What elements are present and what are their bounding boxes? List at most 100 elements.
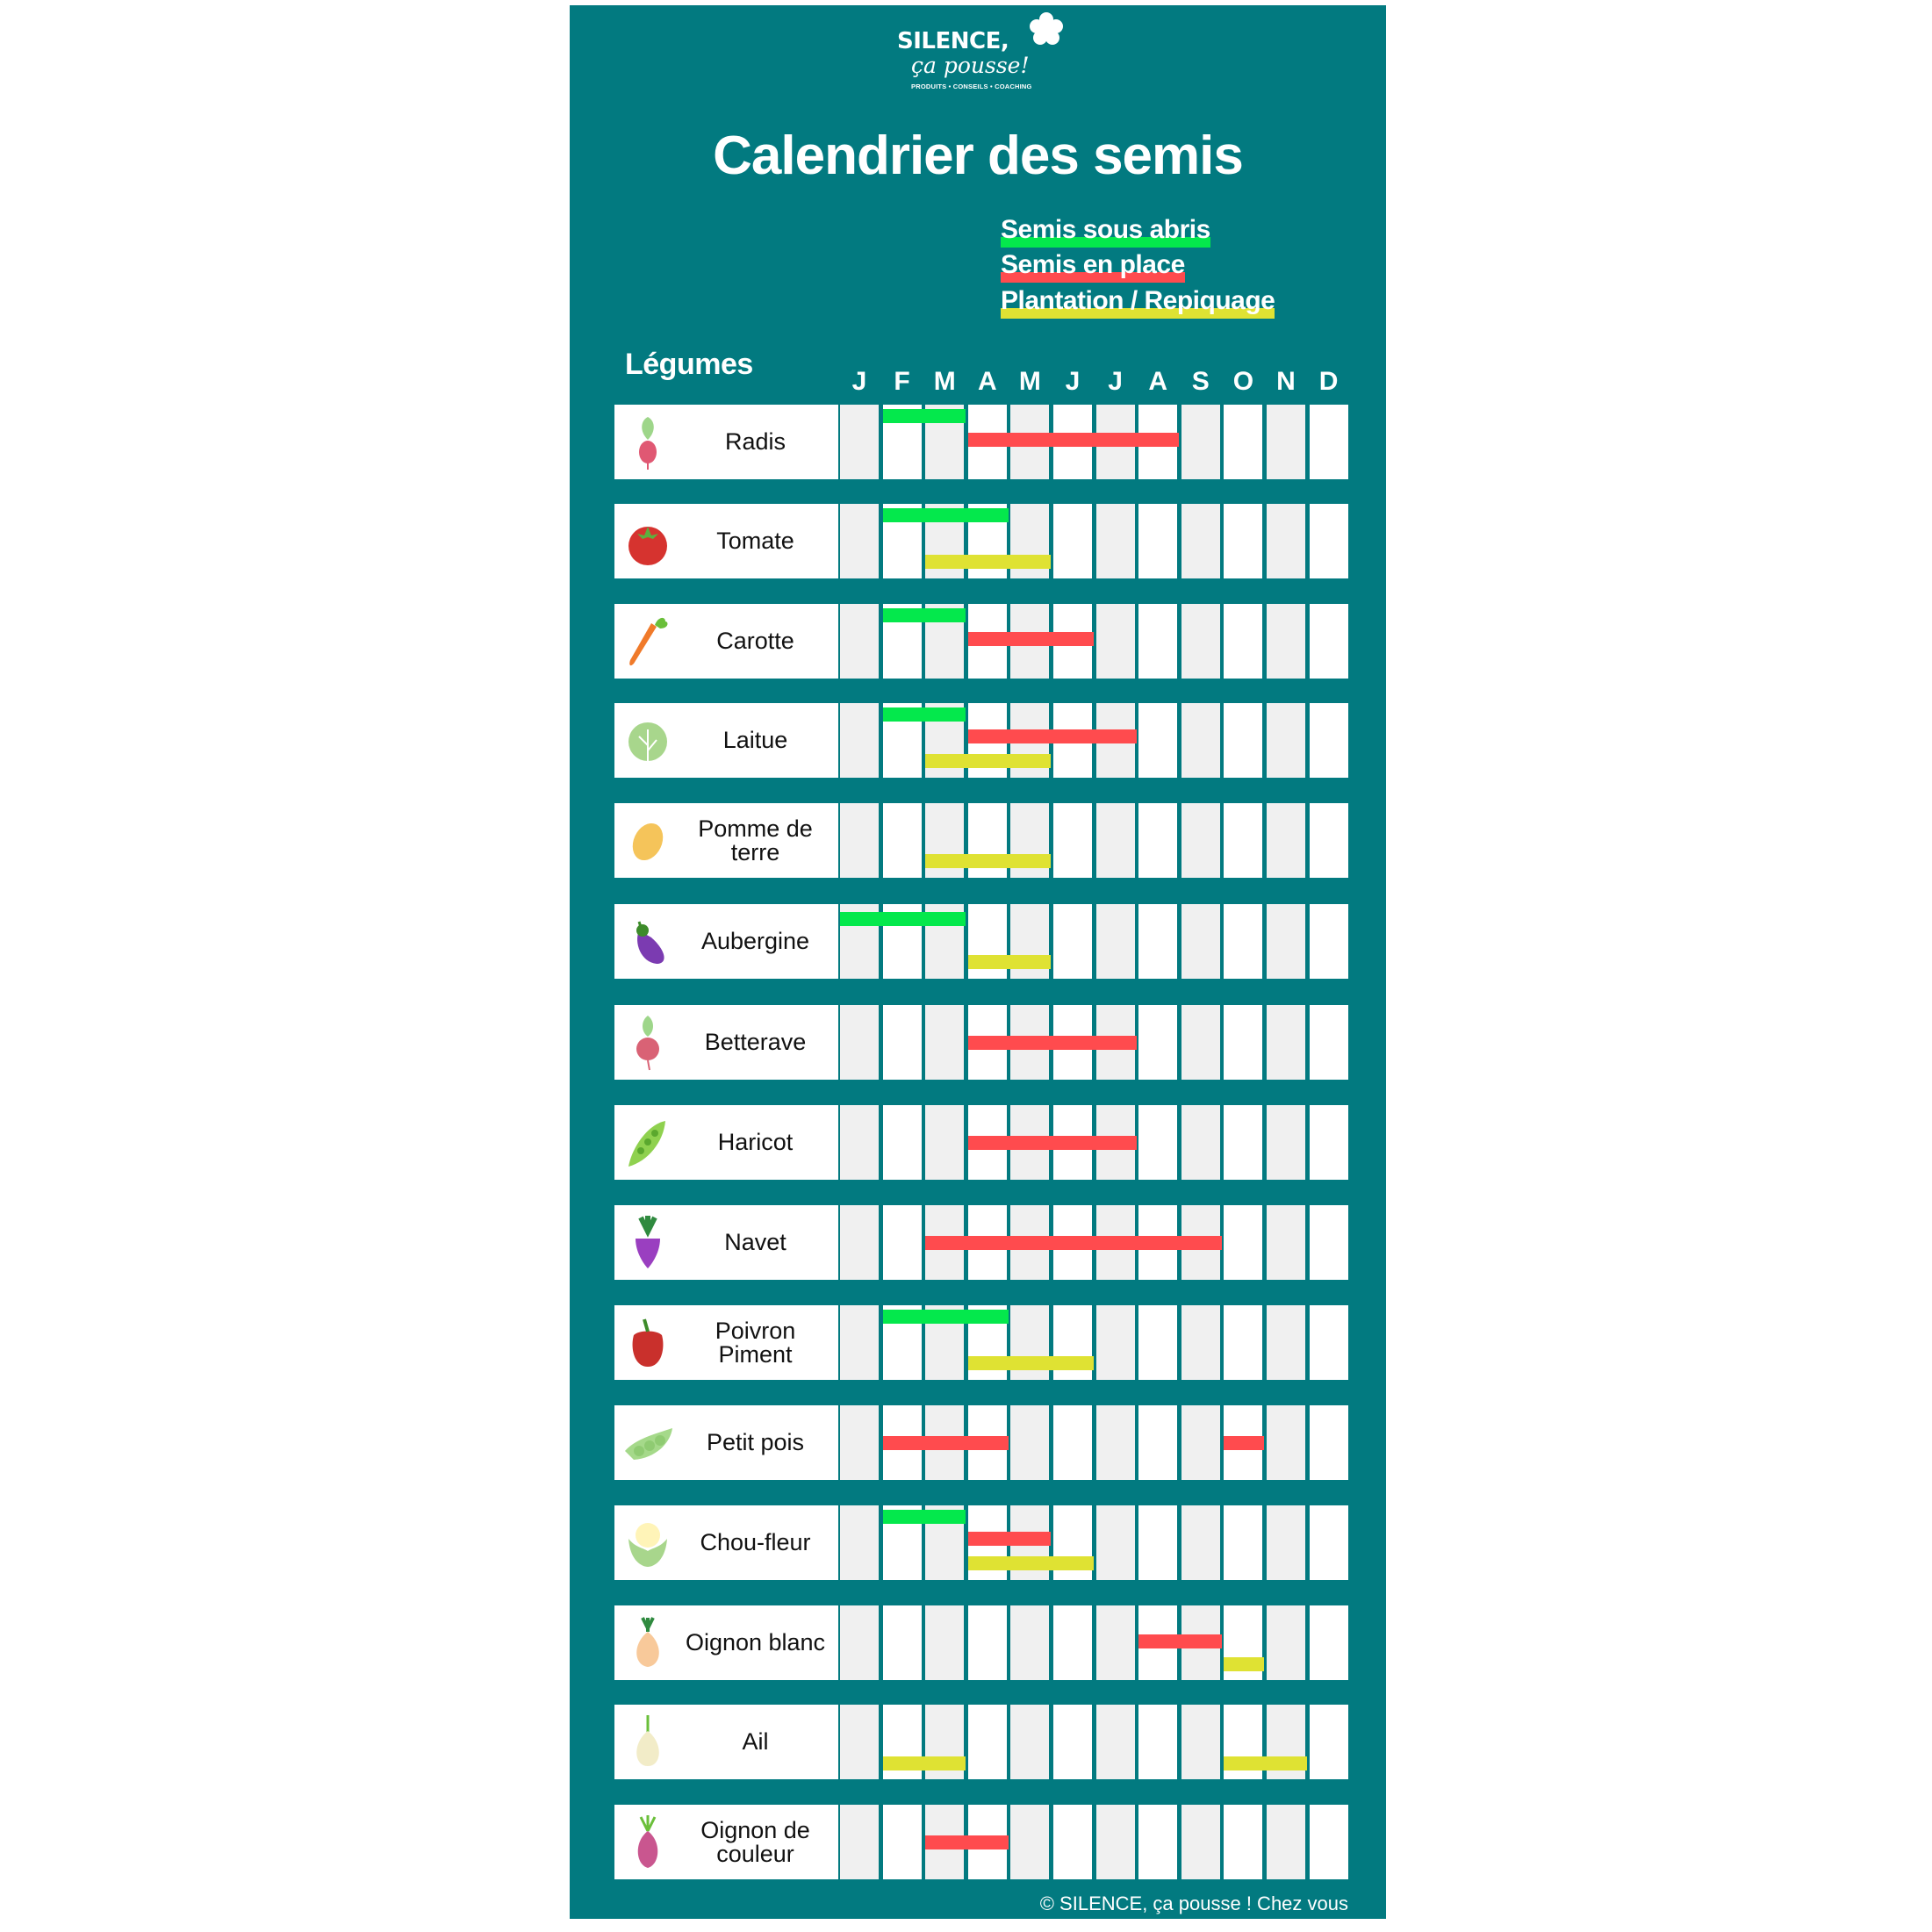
- radish-icon: [639, 417, 657, 470]
- month-cell: [1181, 1405, 1220, 1480]
- month-header-1: J: [851, 367, 867, 396]
- month-cell: [967, 1705, 1007, 1779]
- month-cell: [1095, 1705, 1135, 1779]
- month-cell: [1053, 1705, 1092, 1779]
- brand-logo: SILENCE, ça pousse! PRODUITS • CONSEILS …: [895, 12, 1080, 93]
- month-cell: [1138, 1505, 1178, 1580]
- month-cell: [1138, 904, 1178, 979]
- period-bar-semis-en-place: [1138, 1634, 1222, 1648]
- vegetable-name: Navet: [724, 1229, 786, 1255]
- beetroot-icon: [636, 1016, 659, 1071]
- vegetable-name-cell: Ail: [614, 1705, 838, 1779]
- month-cell: [1309, 1205, 1348, 1280]
- month-cell: [1309, 604, 1348, 679]
- month-cell: [1095, 803, 1135, 878]
- month-cell: [1309, 1605, 1348, 1680]
- month-cell: [1138, 1705, 1178, 1779]
- lettuce-icon: [628, 722, 667, 761]
- period-bar-semis-sous-abris: [882, 409, 966, 423]
- vegetable-name: Oignon de couleur: [700, 1816, 810, 1867]
- vegetable-name-cell: Carotte: [614, 604, 838, 679]
- month-cell: [840, 803, 879, 878]
- period-bar-plantation-repiquage: [967, 1356, 1094, 1370]
- month-cell: [1309, 405, 1348, 479]
- month-cell: [925, 1105, 965, 1180]
- calendar-row: Oignon blanc: [614, 1605, 1348, 1680]
- vegetable-name: Chou-fleur: [700, 1529, 811, 1555]
- month-cell: [1267, 1505, 1305, 1580]
- potato-icon: [632, 822, 664, 861]
- month-cell: [1181, 1705, 1220, 1779]
- month-cell: [1181, 703, 1220, 778]
- month-cell: [1053, 904, 1092, 979]
- month-cell: [1309, 1105, 1348, 1180]
- legend-label: Semis en place: [1001, 250, 1185, 279]
- period-bar-plantation-repiquage: [925, 555, 1052, 569]
- calendar-row: Chou-fleur: [614, 1505, 1348, 1580]
- calendar-row: Oignon de couleur: [614, 1805, 1348, 1879]
- month-cell: [1138, 504, 1178, 578]
- calendar-row: Carotte: [614, 604, 1348, 679]
- vegetable-name-cell: Oignon blanc: [614, 1605, 838, 1680]
- month-cell: [967, 1605, 1007, 1680]
- brand-name-line2: ça pousse!: [911, 53, 1030, 78]
- month-cell: [1181, 1305, 1220, 1380]
- month-cell: [1224, 504, 1263, 578]
- month-cell: [1267, 1105, 1305, 1180]
- period-bar-plantation-repiquage: [967, 1556, 1094, 1570]
- period-bar-semis-en-place: [967, 433, 1180, 447]
- legend-label: Plantation / Repiquage: [1001, 286, 1275, 315]
- calendar-row: Ail: [614, 1705, 1348, 1779]
- vegetable-name: Pomme de terre: [698, 815, 813, 865]
- month-cell: [1309, 1805, 1348, 1879]
- month-header-11: N: [1276, 367, 1296, 396]
- month-cell: [1095, 1405, 1135, 1480]
- month-cell: [1267, 703, 1305, 778]
- period-bar-plantation-repiquage: [1224, 1756, 1307, 1770]
- month-cell: [1138, 1305, 1178, 1380]
- month-header-7: J: [1108, 367, 1123, 396]
- period-bar-plantation-repiquage: [925, 754, 1052, 768]
- period-bar-semis-sous-abris: [882, 608, 966, 622]
- month-cell: [1181, 1805, 1220, 1879]
- vegetable-name-cell: Laitue: [614, 703, 838, 778]
- month-cell: [1138, 1805, 1178, 1879]
- flower-icon: [1030, 12, 1063, 45]
- period-bar-plantation-repiquage: [882, 1756, 966, 1770]
- month-cell: [840, 703, 879, 778]
- calendar-row: Pomme de terre: [614, 803, 1348, 878]
- calendar-row: Radis: [614, 405, 1348, 479]
- month-cell: [1053, 1405, 1092, 1480]
- period-bar-semis-en-place: [967, 1532, 1052, 1546]
- month-cell: [1053, 504, 1092, 578]
- month-header-12: D: [1318, 367, 1339, 396]
- month-cell: [1267, 1305, 1305, 1380]
- month-cell: [1138, 703, 1178, 778]
- legend-item-semis-sous-abris: Semis sous abris: [1001, 216, 1210, 248]
- month-cell: [1309, 803, 1348, 878]
- month-cell: [1309, 1005, 1348, 1080]
- month-cell: [1138, 1005, 1178, 1080]
- vegetable-name: Oignon blanc: [685, 1629, 826, 1655]
- vegetable-name-cell: Chou-fleur: [614, 1505, 838, 1580]
- month-cell: [1267, 1405, 1305, 1480]
- month-cell: [1181, 1505, 1220, 1580]
- month-header-3: M: [933, 367, 956, 396]
- month-cell: [1309, 904, 1348, 979]
- period-bar-plantation-repiquage: [925, 854, 1052, 868]
- vegetable-name-cell: Petit pois: [614, 1405, 838, 1480]
- vegetable-name: Haricot: [717, 1129, 794, 1155]
- month-cell: [1224, 604, 1263, 679]
- month-cell: [1224, 1005, 1263, 1080]
- vegetable-name: Tomate: [716, 528, 794, 554]
- month-header-9: S: [1191, 367, 1210, 396]
- vegetable-name: Radis: [724, 428, 786, 455]
- month-cell: [1267, 803, 1305, 878]
- month-cell: [1309, 703, 1348, 778]
- month-cell: [840, 405, 879, 479]
- month-cell: [1224, 1305, 1263, 1380]
- month-cell: [840, 1005, 879, 1080]
- calendar-row: Poivron Piment: [614, 1305, 1348, 1380]
- month-cell: [1309, 1505, 1348, 1580]
- white-onion-icon: [636, 1617, 659, 1667]
